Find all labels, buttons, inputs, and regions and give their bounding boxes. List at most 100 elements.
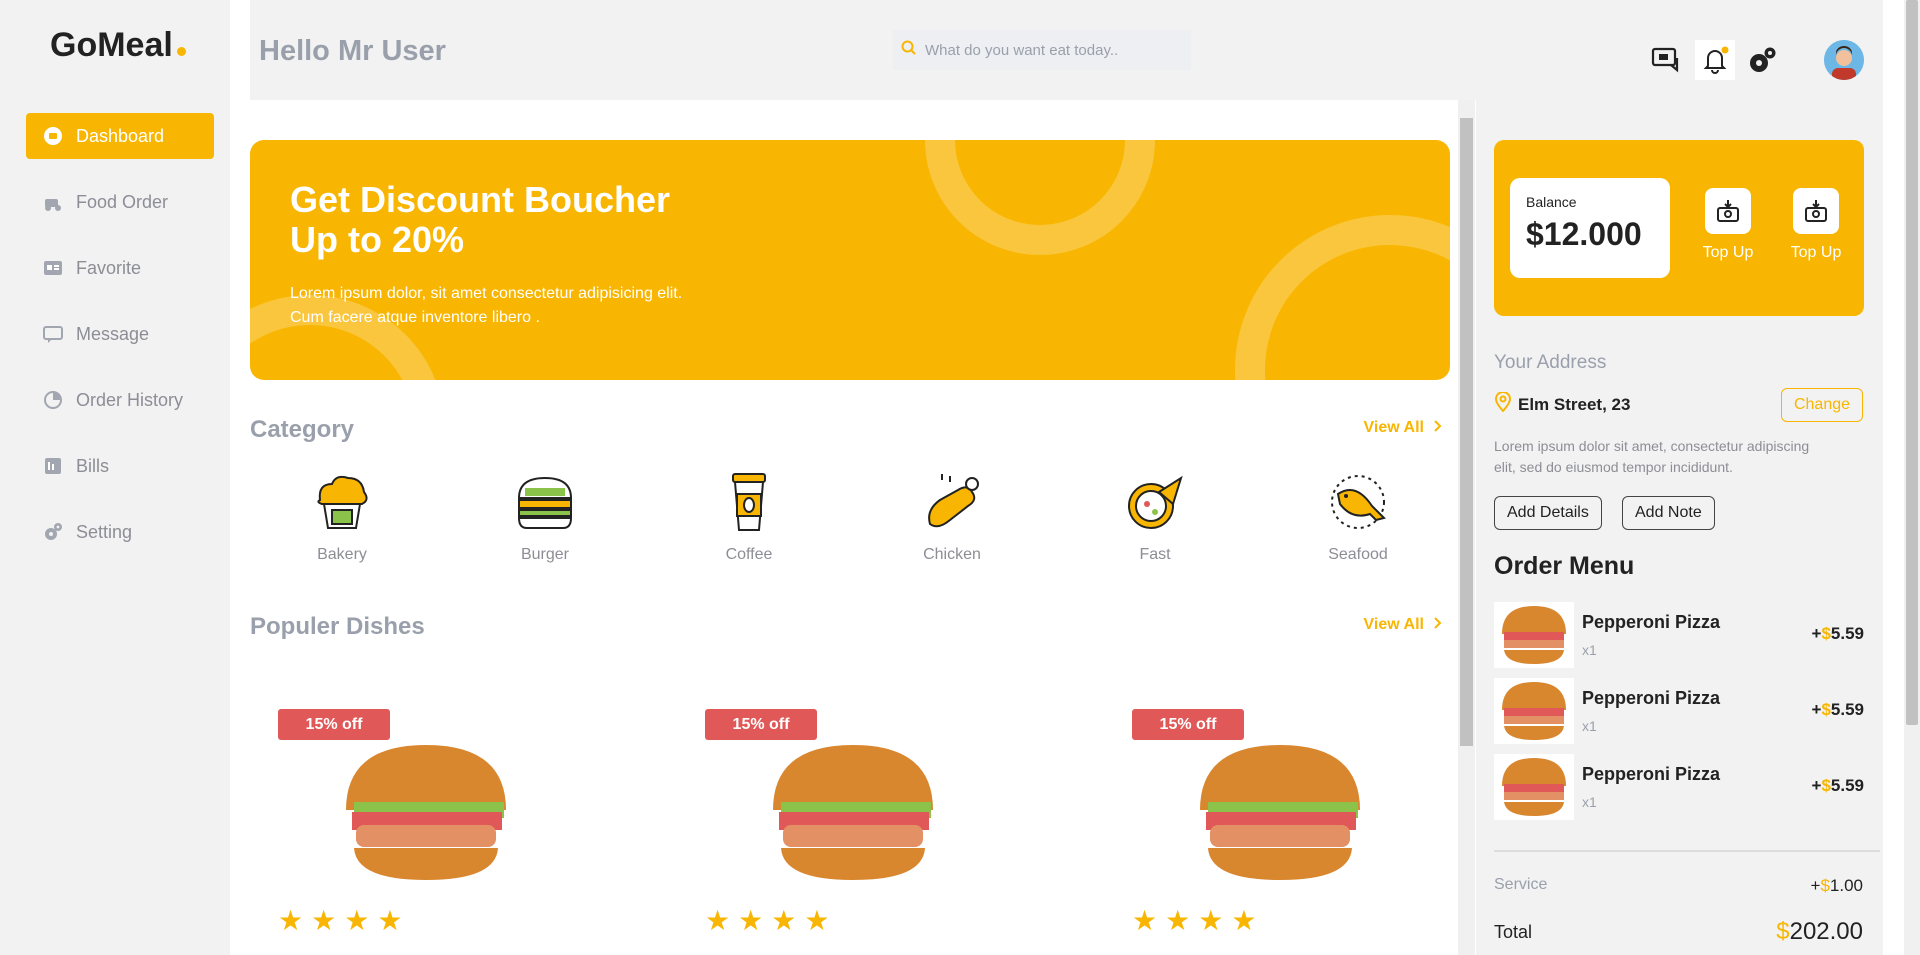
pizza-burger-thumbnail [1494,678,1574,744]
order-item-price: +$5.59 [1812,700,1865,720]
avatar[interactable] [1824,40,1864,80]
order-item[interactable]: Pepperoni Pizza x1 +$5.59 [1494,754,1864,820]
total-amount: 202.00 [1789,918,1863,945]
search-input[interactable] [925,41,1191,59]
sidebar-item-favorite[interactable]: Favorite [26,245,214,291]
discount-badge: 15% off [278,709,390,740]
address-description: Lorem ipsum dolor sit amet, consectetur … [1494,438,1810,475]
pizza-burger-thumbnail [1494,754,1574,820]
rating-stars: ★ ★ ★ ★ [278,904,402,937]
service-amount: 1.00 [1829,876,1863,895]
sidebar-item-message[interactable]: Message [26,311,214,357]
category-bakery[interactable]: Bakery [282,470,402,564]
logo-text: GoMeal [50,26,173,64]
price-sign: + [1811,624,1822,643]
discount-badge: 15% off [1132,709,1244,740]
order-history-icon [42,389,64,411]
logo[interactable]: GoMeal [50,26,186,65]
category-label: Chicken [923,546,981,563]
setting-icon [42,521,64,543]
sidebar-item-setting[interactable]: Setting [26,509,214,555]
sidebar-nav: Dashboard Food Order Favorite Message Or… [26,113,214,575]
currency-symbol: $ [1821,700,1831,719]
sidebar-item-food-order[interactable]: Food Order [26,179,214,225]
page-scrollbar-thumb[interactable] [1906,0,1918,725]
sidebar-item-order-history[interactable]: Order History [26,377,214,423]
add-details-button[interactable]: Add Details [1494,496,1602,530]
main-content: Get Discount Boucher Up to 20% Lorem ips… [250,100,1450,955]
price-value: 5.59 [1830,776,1864,795]
service-sign: + [1810,876,1821,895]
coffee-cup-icon [717,470,781,534]
dish-card[interactable]: 15% off ★ ★ ★ ★ [677,650,1027,936]
top-up-label: Top Up [1702,244,1754,261]
burger-icon [513,470,577,534]
dish-card[interactable]: 15% off ★ ★ ★ ★ [250,650,600,936]
search-box[interactable] [893,30,1191,70]
download-wallet-icon [1793,188,1839,234]
sidebar-item-dashboard[interactable]: Dashboard [26,113,214,159]
banner-title: Get Discount Boucher Up to 20% [290,179,671,260]
category-label: Burger [520,546,570,563]
main-scrollbar-thumb[interactable] [1460,118,1473,746]
order-item[interactable]: Pepperoni Pizza x1 +$5.59 [1494,602,1864,668]
discount-banner[interactable]: Get Discount Boucher Up to 20% Lorem ips… [250,140,1450,380]
category-coffee[interactable]: Coffee [689,470,809,564]
banner-text: Lorem ipsum dolor, sit amet consectetur … [290,285,683,326]
burger-image [336,740,516,885]
settings-gears-icon[interactable] [1742,40,1782,80]
sidebar-item-label: Bills [76,455,110,476]
favorite-icon [42,257,64,279]
sidebar-item-bills[interactable]: Bills [26,443,214,489]
star-icon: ★ [804,905,830,936]
sidebar-item-label: Favorite [76,257,142,278]
chevron-right-icon [1434,616,1442,634]
summary-divider [1494,850,1880,852]
star-icon: ★ [1165,905,1191,936]
category-chicken[interactable]: Chicken [892,470,1012,564]
rating-stars: ★ ★ ★ ★ [705,904,829,937]
balance-label: Balance [1526,194,1577,210]
balance-box: Balance $12.000 [1510,178,1670,278]
total-value: $202.00 [1776,918,1863,946]
bills-icon [42,455,64,477]
sidebar-item-label: Dashboard [76,125,165,146]
rating-stars: ★ ★ ★ ★ [1132,904,1256,937]
order-item-name: Pepperoni Pizza [1582,764,1721,784]
notification-bell-icon[interactable] [1695,40,1735,80]
balance-value: $12.000 [1526,216,1642,252]
order-item-qty: x1 [1582,718,1597,734]
category-view-all-link[interactable]: View All [1364,419,1442,437]
service-label: Service [1494,876,1548,893]
order-item-qty: x1 [1582,794,1597,810]
star-icon: ★ [278,905,304,936]
add-note-button[interactable]: Add Note [1622,496,1715,530]
service-value: +$1.00 [1811,876,1864,896]
burger-image [763,740,943,885]
dishes-view-all-link[interactable]: View All [1364,616,1442,634]
star-icon: ★ [738,905,764,936]
category-burger[interactable]: Burger [485,470,605,564]
dish-card[interactable]: 15% off ★ ★ ★ ★ [1104,650,1454,936]
location-pin-icon [1494,391,1512,417]
order-item[interactable]: Pepperoni Pizza x1 +$5.59 [1494,678,1864,744]
currency-symbol: $ [1820,876,1830,895]
category-fast[interactable]: Fast [1095,470,1215,564]
top-up-button[interactable]: Top Up [1693,188,1763,262]
order-item-name: Pepperoni Pizza [1582,688,1721,708]
burger-image [1190,740,1370,885]
view-all-label: View All [1363,419,1424,436]
pizza-burger-thumbnail [1494,602,1574,668]
price-value: 5.59 [1830,700,1864,719]
category-label: Coffee [725,546,773,563]
change-address-button[interactable]: Change [1781,388,1863,422]
food-order-icon [42,191,64,213]
search-bar [885,30,1443,70]
order-item-name: Pepperoni Pizza [1582,612,1721,632]
view-all-label: View All [1363,616,1424,633]
star-icon: ★ [705,905,731,936]
category-seafood[interactable]: Seafood [1298,470,1418,564]
top-up-button[interactable]: Top Up [1781,188,1851,262]
chat-icon[interactable] [1646,40,1686,80]
currency-symbol: $ [1821,624,1831,643]
